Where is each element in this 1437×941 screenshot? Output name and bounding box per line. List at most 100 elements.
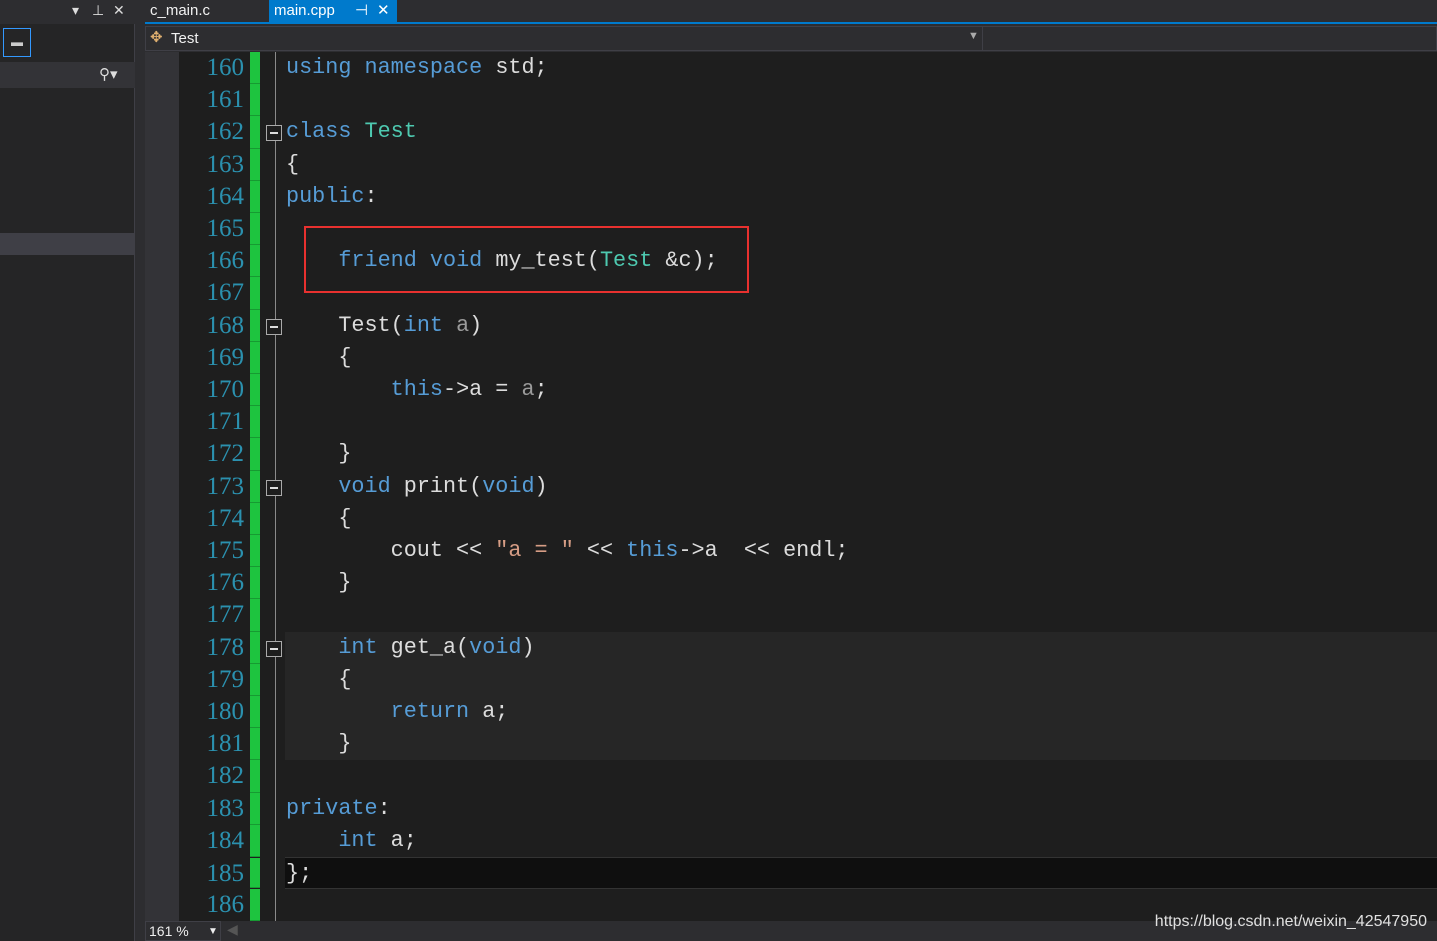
code-token: }: [286, 441, 352, 467]
code-line[interactable]: 161: [145, 84, 1437, 117]
chevron-down-icon[interactable]: ▼: [208, 922, 218, 941]
code-line[interactable]: 180 return a;: [207, 696, 1437, 729]
code-token: void: [482, 473, 535, 499]
code-token: void: [338, 473, 391, 499]
code-text: {: [286, 342, 351, 374]
change-indicator: [250, 631, 260, 664]
code-line[interactable]: 182: [145, 760, 1437, 793]
line-number: 176: [206, 569, 245, 597]
code-text: private:: [286, 793, 391, 825]
tab-label: main.cpp: [274, 2, 335, 19]
pin-icon[interactable]: ⊣: [355, 0, 368, 22]
close-icon[interactable]: ✕: [113, 2, 125, 19]
code-line[interactable]: 179 {: [207, 663, 1437, 696]
dropdown-icon[interactable]: ▾: [72, 2, 79, 19]
code-text: return a;: [286, 696, 509, 728]
collapse-all-button[interactable]: ▬: [3, 28, 31, 57]
code-token: a: [456, 312, 470, 338]
code-token: a;: [469, 699, 509, 724]
line-number: 179: [206, 665, 245, 693]
code-editor[interactable]: 160 using namespace std; 161 162 class Test 1…: [145, 52, 1437, 921]
code-token: namespace: [364, 55, 483, 80]
pin-icon[interactable]: ⊥: [92, 2, 104, 19]
collapse-icon[interactable]: [266, 318, 282, 335]
code-token: std;: [482, 55, 548, 80]
code-token: ): [469, 312, 483, 338]
search-icon[interactable]: ⚲▾: [99, 65, 118, 83]
code-line[interactable]: 174 {: [145, 502, 1437, 535]
change-indicator: [250, 277, 260, 310]
code-line[interactable]: 172 }: [145, 438, 1437, 471]
code-line[interactable]: 171: [145, 406, 1437, 439]
tab-main-cpp[interactable]: main.cpp ⊣ ✕: [269, 0, 397, 22]
code-token: Test(: [286, 312, 404, 338]
change-indicator: [250, 438, 260, 471]
collapse-icon[interactable]: [266, 479, 282, 496]
code-line[interactable]: 181 }: [207, 728, 1437, 761]
collapse-icon[interactable]: [266, 125, 282, 142]
code-text: {: [286, 149, 299, 181]
code-token: }: [286, 731, 352, 757]
line-number: 162: [206, 118, 245, 146]
close-icon[interactable]: ✕: [377, 0, 390, 22]
zoom-level: 161 %: [149, 923, 189, 939]
line-number: 163: [206, 150, 245, 178]
change-indicator: [250, 535, 260, 568]
line-number: 181: [206, 730, 245, 758]
watermark: https://blog.csdn.net/weixin_42547950: [1154, 913, 1427, 930]
selected-item[interactable]: [0, 233, 135, 255]
change-indicator: [250, 116, 260, 149]
code-line[interactable]: 170 this->a = a;: [145, 374, 1437, 407]
code-text: }: [286, 728, 351, 760]
line-number: 160: [206, 54, 245, 81]
code-token: ): [521, 634, 535, 660]
change-indicator: [250, 663, 260, 696]
code-line[interactable]: 178 int get_a(void): [207, 631, 1437, 664]
code-line[interactable]: 168 Test(int a): [145, 309, 1437, 342]
code-text: };: [286, 858, 312, 890]
change-indicator: [250, 84, 260, 117]
code-line[interactable]: 184 int a;: [145, 824, 1437, 857]
code-line[interactable]: 164 public:: [145, 180, 1437, 213]
code-line[interactable]: 160 using namespace std;: [145, 52, 1437, 85]
scroll-left-icon[interactable]: ◀: [227, 921, 238, 938]
change-indicator: [250, 760, 260, 793]
change-indicator: [250, 824, 260, 857]
line-number: 164: [206, 182, 245, 210]
chevron-down-icon[interactable]: ▼: [968, 30, 979, 42]
code-line[interactable]: 183 private:: [145, 792, 1437, 825]
change-indicator: [250, 309, 260, 342]
code-line[interactable]: 173 void print(void): [145, 470, 1437, 503]
code-line[interactable]: 176 }: [145, 567, 1437, 600]
code-token: class: [286, 119, 352, 145]
zoom-dropdown[interactable]: 161 % ▼: [145, 921, 221, 941]
line-number: 170: [206, 376, 245, 403]
scope-dropdown[interactable]: ✥ Test ▼: [145, 26, 1437, 51]
tab-c-main[interactable]: c_main.c: [145, 0, 215, 22]
change-indicator: [250, 406, 260, 439]
code-line[interactable]: 175 cout << "a = " << this->a << endl;: [145, 535, 1437, 568]
search-input[interactable]: ⚲▾: [0, 62, 135, 88]
code-line[interactable]: 163 {: [145, 148, 1437, 181]
change-indicator: [250, 213, 260, 246]
code-line[interactable]: 185};: [207, 857, 1437, 890]
code-token: print(: [390, 473, 483, 499]
line-number: 184: [206, 826, 245, 854]
code-line[interactable]: 177: [145, 599, 1437, 632]
line-number: 185: [206, 860, 245, 887]
change-indicator: [250, 889, 260, 921]
code-token: this: [626, 538, 679, 563]
code-token: void: [469, 634, 522, 660]
change-indicator: [250, 341, 260, 374]
code-text: {: [286, 503, 351, 535]
collapse-icon[interactable]: [266, 640, 282, 657]
code-line[interactable]: 162 class Test: [145, 116, 1437, 149]
code-line[interactable]: 169 {: [145, 341, 1437, 374]
change-indicator: [250, 180, 260, 213]
